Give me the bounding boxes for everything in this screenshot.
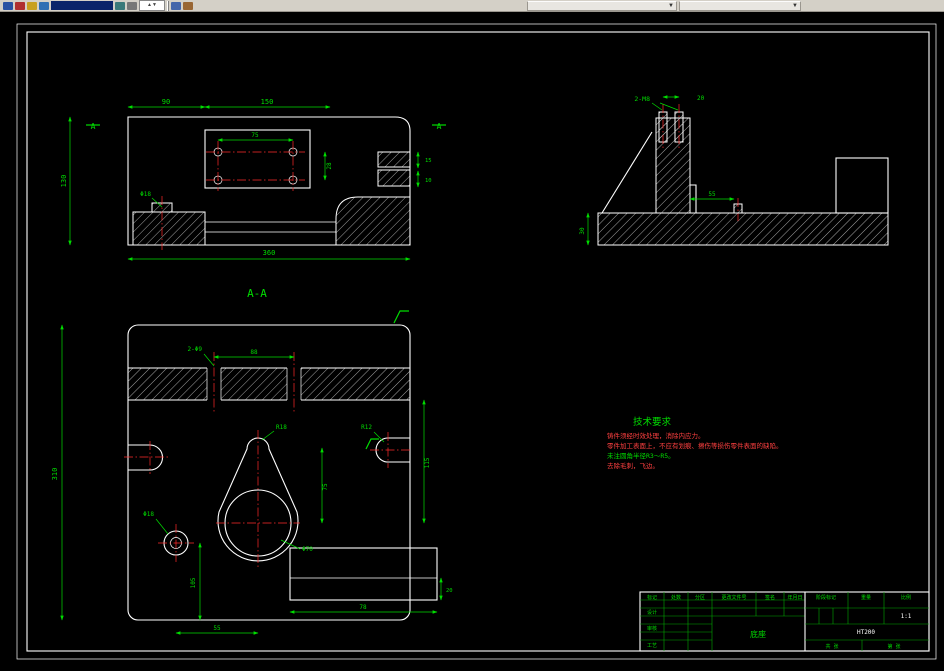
left-pedestal — [132, 211, 206, 246]
front-section-view[interactable] — [68, 105, 446, 261]
dimension-label: 55 — [213, 625, 221, 632]
properties-icon[interactable] — [183, 1, 193, 10]
titleblock-label: 更改文件号 — [721, 594, 746, 601]
toolbar: ▲▼ ▼ ▼ — [0, 0, 944, 12]
rail-section — [377, 151, 411, 168]
chevron-down-icon: ▼ — [668, 2, 674, 9]
tech-requirement-line: 铸件须经时效处理，消除内应力。 — [607, 431, 705, 440]
spinner-arrows-icon: ▲▼ — [147, 2, 157, 8]
section-letter: A — [91, 122, 96, 131]
dimension-label: R18 — [276, 424, 287, 431]
tech-requirements-block: 技术要求 铸件须经时效处理，消除内应力。 零件加工表面上，不应有划痕、擦伤等损伤… — [607, 416, 783, 470]
tech-requirements-title: 技术要求 — [633, 416, 672, 428]
gusset-edge — [601, 131, 653, 214]
toolbar-separator — [167, 0, 169, 11]
save-icon[interactable] — [27, 1, 37, 10]
dimension-label: Φ18 — [143, 511, 154, 518]
base-plate-section — [597, 212, 889, 246]
titleblock-label: 分区 — [695, 594, 705, 601]
dimension-label: 105 — [190, 577, 197, 588]
titleblock-label: 年月日 — [787, 594, 802, 601]
clamp-plate-detail — [289, 547, 438, 601]
print-icon[interactable] — [39, 1, 49, 10]
dimension-label: 310 — [51, 468, 59, 481]
dimension-label: 115 — [424, 457, 431, 468]
left-notch — [149, 444, 164, 471]
dimension-label: Φ70 — [302, 546, 313, 553]
titleblock-label: 阶段标记 — [816, 594, 836, 601]
dimension-label: 78 — [359, 604, 367, 611]
dimension-label: 75 — [322, 483, 329, 491]
dimension-label: 150 — [261, 98, 274, 106]
dimension-label: 360 — [263, 249, 276, 257]
spinner-box[interactable]: ▲▼ — [139, 0, 165, 11]
dimension-label: 90 — [162, 98, 170, 106]
chevron-down-icon: ▼ — [792, 2, 798, 9]
dimension-label: 130 — [60, 175, 68, 188]
side-block — [835, 157, 889, 214]
zoom-icon[interactable] — [115, 1, 125, 10]
style-combo[interactable]: ▼ — [679, 0, 801, 11]
titleblock-label: 比例 — [901, 594, 911, 601]
drawing-frame — [16, 23, 937, 660]
titleblock-label: 标记 — [647, 594, 657, 601]
titleblock-label: 设计 — [647, 609, 657, 616]
part-name: 底座 — [750, 629, 766, 639]
dimension-label: 28 — [326, 162, 333, 170]
cad-viewport[interactable]: A-A 技术要求 铸件须经时效处理，消除内应力。 零件加工表面上，不应有划痕、擦… — [0, 0, 944, 671]
dimension-label: 2-Φ9 — [188, 346, 203, 353]
hatched-rib — [128, 368, 410, 400]
dimension-label: 55 — [708, 191, 716, 198]
dimension-label: 30 — [579, 227, 586, 235]
side-section-view[interactable] — [586, 95, 889, 246]
tech-requirement-line: 未注圆角半径R3～R5。 — [607, 451, 675, 460]
titleblock-label: 工艺 — [647, 643, 657, 649]
pan-icon[interactable] — [127, 1, 137, 10]
dimension-label: 2-M8 — [634, 95, 650, 103]
titleblock-label: 签名 — [765, 594, 775, 601]
dimension-label: R12 — [361, 424, 372, 431]
title-block: 底座 HT200 1:1 — [639, 591, 930, 652]
right-base — [335, 196, 411, 246]
dimension-label: 20 — [697, 95, 705, 102]
tech-requirement-line: 零件加工表面上，不应有划痕、擦伤等损伤零件表面的缺陷。 — [607, 441, 783, 450]
titleblock-label: 审核 — [647, 625, 657, 632]
surface-finish-icon — [393, 310, 409, 324]
titleblock-label: 重量 — [861, 594, 871, 601]
scale-value: 1:1 — [901, 613, 912, 620]
new-icon[interactable] — [3, 1, 13, 10]
titleblock-label: 处数 — [671, 594, 681, 601]
section-letter: A — [437, 122, 442, 131]
dimension-label: 88 — [250, 349, 258, 356]
dimension-label: 20 — [446, 588, 453, 594]
layer-combo[interactable]: ▼ — [527, 0, 677, 11]
material-value: HT200 — [857, 629, 875, 636]
dimension-label: Φ18 — [140, 191, 151, 198]
rail-section — [377, 169, 411, 187]
tech-requirement-line: 去除毛刺，飞边。 — [607, 461, 659, 470]
titleblock-label: 共 张 — [825, 643, 838, 650]
active-command-chip[interactable] — [51, 1, 113, 10]
dimension-label: 75 — [251, 132, 259, 139]
plan-view[interactable] — [60, 310, 443, 635]
open-icon[interactable] — [15, 1, 25, 10]
section-label: A-A — [247, 287, 267, 300]
dimension-label: 10 — [425, 178, 432, 184]
titleblock-label: 第 张 — [887, 643, 900, 650]
dimension-label: 15 — [425, 158, 432, 164]
layers-icon[interactable] — [171, 1, 181, 10]
